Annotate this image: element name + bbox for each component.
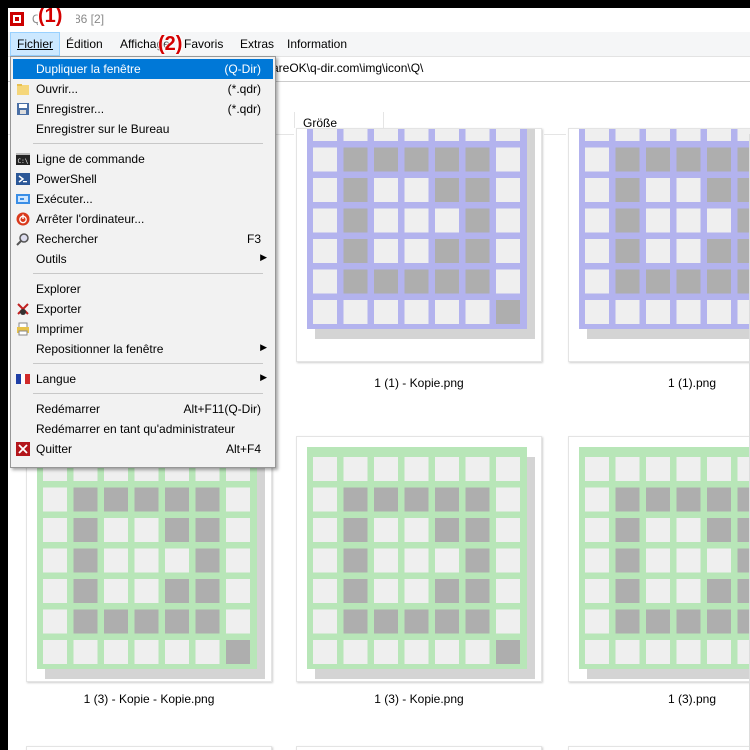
address-path: areOK\q-dir.com\img\icon\Q\ (272, 61, 424, 75)
file-thumbnail (296, 746, 542, 750)
submenu-arrow-icon: ▶ (260, 342, 267, 352)
fichier-dropdown-menu: Dupliquer la fenêtre (Q-Dir) Ouvrir... (… (10, 56, 276, 468)
quit-icon (16, 442, 30, 456)
save-icon (17, 103, 29, 115)
qdir-window: Q-Dir 8.86 [2] (1) (2) Fichier Édition A… (8, 8, 750, 750)
menu-separator (33, 363, 263, 364)
menu-item-ouvrir[interactable]: Ouvrir... (*.qdr) (13, 79, 273, 99)
menu-item-repositionner[interactable]: Repositionner la fenêtre ▶ (13, 339, 273, 359)
file-tile[interactable]: 1 (1).png (566, 128, 750, 398)
powershell-icon (16, 173, 30, 185)
qdir-grid-image (579, 447, 750, 679)
menu-item-rechercher[interactable]: Rechercher F3 (13, 229, 273, 249)
file-name: 1 (3).png (668, 692, 717, 706)
file-thumbnail (296, 128, 542, 362)
menu-item-quitter[interactable]: Quitter Alt+F4 (13, 439, 273, 459)
annotation-marker-1: (1) (38, 8, 63, 27)
menu-item-arreter[interactable]: Arrêter l'ordinateur... (13, 209, 273, 229)
menu-item-powershell[interactable]: PowerShell (13, 169, 273, 189)
qdir-app-icon (10, 12, 24, 26)
file-tile[interactable]: 1 (3).png (566, 436, 750, 716)
menu-favoris[interactable]: Favoris (178, 32, 229, 56)
annotation-marker-2: (2) (158, 33, 183, 55)
menu-item-enregistrer[interactable]: Enregistrer... (*.qdr) (13, 99, 273, 119)
file-tile[interactable]: 1 (3) - Kopie - Kopie.png (24, 436, 274, 716)
folder-icon (17, 84, 29, 95)
file-thumbnail (296, 436, 542, 682)
menu-separator (33, 143, 263, 144)
menu-item-redemarrer[interactable]: Redémarrer Alt+F11(Q-Dir) (13, 399, 273, 419)
menu-item-exporter[interactable]: Exporter (13, 299, 273, 319)
title-bar: Q-Dir 8.86 [2] (8, 8, 750, 30)
submenu-arrow-icon: ▶ (260, 372, 267, 382)
file-thumbnail (568, 436, 750, 682)
print-icon (17, 322, 29, 336)
menu-item-outils[interactable]: Outils ▶ (13, 249, 273, 269)
menu-item-langue[interactable]: Langue ▶ (13, 369, 273, 389)
menu-separator (33, 393, 263, 394)
menu-fichier[interactable]: Fichier (10, 32, 61, 56)
file-thumbnail (568, 746, 750, 750)
submenu-arrow-icon: ▶ (260, 252, 267, 262)
cmd-icon: C:\ (16, 153, 30, 165)
file-name: 1 (3) - Kopie.png (374, 692, 464, 706)
shutdown-icon (16, 212, 30, 226)
file-tile[interactable]: 1 (3) - Kopie.png (294, 436, 544, 716)
export-icon (17, 303, 29, 315)
file-tile[interactable]: 1 (1) - Kopie.png (294, 128, 544, 398)
menu-bar: Fichier Édition Affichage Favoris Extras… (8, 32, 750, 57)
menu-information[interactable]: Information (281, 32, 353, 56)
file-name: 1 (1).png (668, 376, 717, 390)
qdir-grid-image (37, 447, 265, 679)
menu-item-dupliquer[interactable]: Dupliquer la fenêtre (Q-Dir) (13, 59, 273, 79)
menu-edition[interactable]: Édition (60, 32, 109, 56)
menu-item-ligne-commande[interactable]: C:\ Ligne de commande (13, 149, 273, 169)
menu-item-executer[interactable]: Exécuter... (13, 189, 273, 209)
menu-item-explorer[interactable]: Explorer (13, 279, 273, 299)
file-thumbnail (26, 746, 272, 750)
qdir-grid-image (307, 129, 535, 339)
qdir-grid-image (579, 129, 750, 339)
file-thumbnail (568, 128, 750, 362)
menu-item-redemarrer-admin[interactable]: Redémarrer en tant qu'administrateur (13, 419, 273, 439)
menu-separator (33, 273, 263, 274)
svg-text:C:\: C:\ (18, 158, 29, 165)
file-thumbnail (26, 436, 272, 682)
qdir-grid-image (307, 447, 535, 679)
menu-item-imprimer[interactable]: Imprimer (13, 319, 273, 339)
run-icon (16, 194, 30, 204)
menu-item-enregistrer-bureau[interactable]: Enregistrer sur le Bureau (13, 119, 273, 139)
flag-icon (16, 374, 30, 384)
search-icon (16, 233, 29, 246)
menu-extras[interactable]: Extras (234, 32, 280, 56)
file-name: 1 (3) - Kopie - Kopie.png (83, 692, 215, 706)
file-name: 1 (1) - Kopie.png (374, 376, 464, 390)
